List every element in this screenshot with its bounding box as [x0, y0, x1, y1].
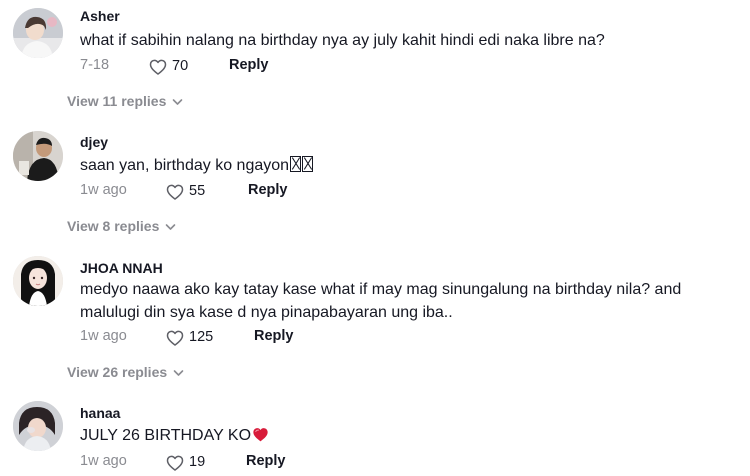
reply-button[interactable]: Reply	[248, 182, 288, 198]
chevron-down-icon	[172, 98, 183, 106]
chevron-down-icon	[165, 223, 176, 231]
view-replies-button[interactable]: View 8 replies	[67, 218, 176, 234]
comment-date: 7-18	[80, 57, 110, 73]
avatar-image	[13, 401, 63, 451]
view-replies-label: View 11 replies	[67, 93, 167, 109]
avatar[interactable]	[13, 256, 63, 306]
like-count: 125	[189, 329, 214, 345]
comment-username[interactable]: JHOA NNAH	[80, 260, 163, 276]
comment-username[interactable]: hanaa	[80, 405, 120, 421]
heart-outline-icon	[166, 455, 184, 471]
avatar-image	[13, 131, 63, 181]
like-count: 70	[172, 58, 189, 74]
comment-username[interactable]: Asher	[80, 8, 120, 24]
comment-meta: 1w ago 125 Reply	[80, 328, 380, 348]
red-heart-emoji-icon	[253, 428, 268, 442]
comment-meta: 7-18 70 Reply	[80, 57, 380, 77]
view-replies-label: View 26 replies	[67, 364, 168, 380]
unrendered-emoji-box	[290, 156, 302, 172]
comment-text: medyo naawa ako kay tatay kase what if m…	[80, 281, 682, 321]
like-count: 19	[189, 454, 206, 470]
avatar[interactable]	[13, 401, 63, 451]
like-count: 55	[189, 183, 206, 199]
view-replies-button[interactable]: View 11 replies	[67, 93, 183, 109]
reply-button[interactable]: Reply	[254, 328, 294, 344]
comment-date: 1w ago	[80, 328, 127, 344]
heart-outline-icon	[149, 59, 167, 75]
comments-panel: Asher what if sabihin nalang na birthday…	[0, 0, 750, 476]
avatar-image	[13, 8, 63, 58]
comment-text-content: JULY 26 BIRTHDAY KO	[80, 427, 252, 444]
chevron-down-icon	[173, 369, 184, 377]
comment-text-content: saan yan, birthday ko ngayon	[80, 157, 290, 174]
avatar[interactable]	[13, 8, 63, 58]
heart-outline-icon	[166, 184, 184, 200]
comment-meta: 1w ago 19 Reply	[80, 453, 380, 473]
avatar-image	[13, 256, 63, 306]
comment-username[interactable]: djey	[80, 134, 108, 150]
view-replies-button[interactable]: View 26 replies	[67, 364, 184, 380]
reply-button[interactable]: Reply	[246, 453, 286, 469]
reply-button[interactable]: Reply	[229, 57, 269, 73]
avatar[interactable]	[13, 131, 63, 181]
view-replies-label: View 8 replies	[67, 218, 160, 234]
comment-date: 1w ago	[80, 182, 127, 198]
unrendered-emoji-box	[302, 156, 314, 172]
comment-meta: 1w ago 55 Reply	[80, 182, 380, 202]
comment-text: what if sabihin nalang na birthday nya a…	[80, 32, 605, 49]
comment-text: saan yan, birthday ko ngayon	[80, 154, 730, 177]
heart-outline-icon	[166, 330, 184, 346]
comment-date: 1w ago	[80, 453, 127, 469]
comment-text: JULY 26 BIRTHDAY KO	[80, 424, 730, 447]
